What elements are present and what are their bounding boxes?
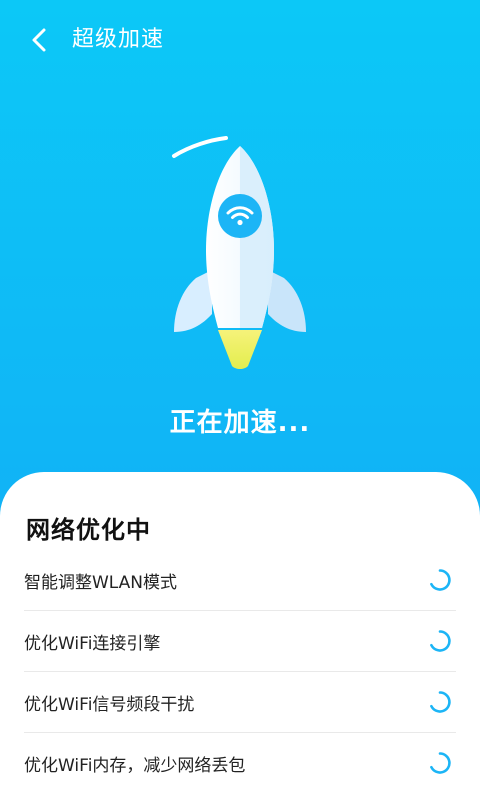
loading-spinner-icon [428, 629, 452, 653]
back-button[interactable] [22, 22, 58, 58]
accelerating-status: 正在加速... [169, 408, 311, 438]
app-root: 超级加速 正在加速... 网络优化中 智能调整WLAN模式 优化WiFi连接引擎… [0, 0, 480, 800]
task-label: 优化WiFi连接引擎 [24, 634, 161, 654]
loading-spinner-icon [428, 568, 452, 592]
task-list: 智能调整WLAN模式 优化WiFi连接引擎 优化WiFi信号频段干扰 优化WiF… [24, 550, 456, 793]
wifi-icon [226, 206, 254, 226]
card-title: 网络优化中 [26, 516, 151, 544]
task-item-memory-packet-loss: 优化WiFi内存，减少网络丢包 [24, 733, 456, 793]
task-item-signal-band: 优化WiFi信号频段干扰 [24, 672, 456, 733]
rocket-icon [172, 136, 306, 369]
header: 超级加速 [0, 0, 480, 80]
rocket-illustration [160, 120, 320, 380]
page-title: 超级加速 [72, 27, 165, 52]
loading-spinner-icon [428, 751, 452, 775]
task-item-connection-engine: 优化WiFi连接引擎 [24, 611, 456, 672]
loading-spinner-icon [428, 690, 452, 714]
task-label: 优化WiFi内存，减少网络丢包 [24, 756, 246, 776]
optimization-card: 网络优化中 智能调整WLAN模式 优化WiFi连接引擎 优化WiFi信号频段干扰 [0, 472, 480, 800]
chevron-left-icon[interactable] [22, 22, 58, 58]
task-label: 智能调整WLAN模式 [24, 573, 178, 593]
task-label: 优化WiFi信号频段干扰 [24, 695, 195, 715]
task-item-wlan-mode: 智能调整WLAN模式 [24, 550, 456, 611]
